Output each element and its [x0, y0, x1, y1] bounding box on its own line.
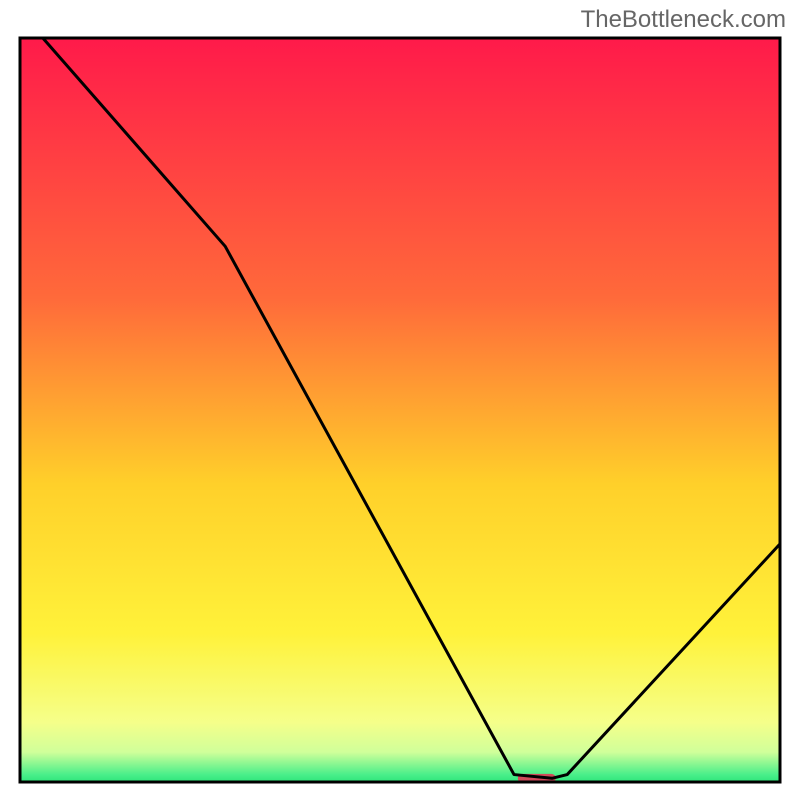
- watermark-text: TheBottleneck.com: [581, 6, 786, 34]
- gradient-background: [20, 38, 780, 782]
- chart-container: TheBottleneck.com: [0, 0, 800, 800]
- chart-svg: [0, 0, 800, 800]
- plot-area: [20, 38, 780, 783]
